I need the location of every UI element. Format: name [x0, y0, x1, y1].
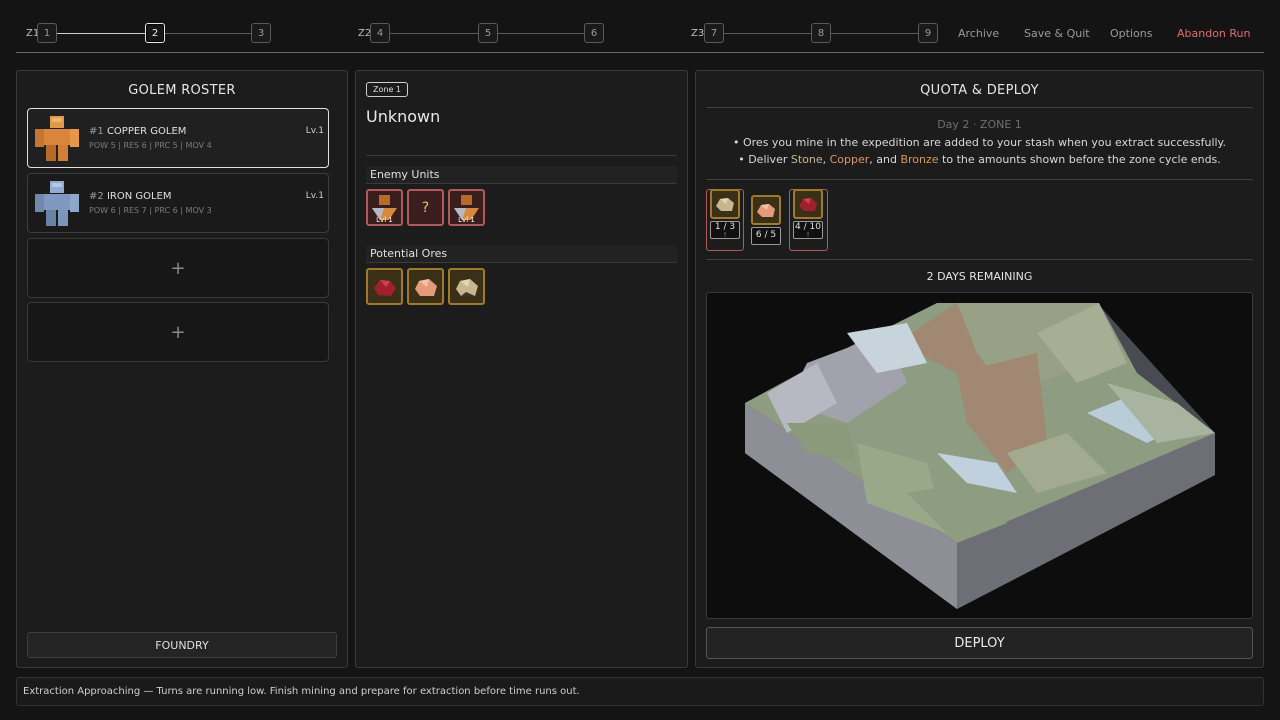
progress-node-8[interactable]: 8: [811, 23, 831, 43]
golem-level: Lv.1: [305, 126, 324, 136]
enemy-unit-slot[interactable]: Lvl 1: [448, 189, 485, 226]
potential-ores-heading: Potential Ores: [366, 245, 677, 263]
terrain-map-render: [745, 303, 1215, 609]
quota-info-line: • Ores you mine in the expedition are ad…: [733, 136, 1226, 149]
topbar-divider: [16, 52, 1264, 53]
progress-node-5[interactable]: 5: [478, 23, 498, 43]
info-text: • Deliver: [738, 153, 791, 166]
enemy-level: Lvl 1: [376, 216, 393, 224]
foundry-button[interactable]: FOUNDRY: [27, 632, 337, 658]
terrain-preview[interactable]: [706, 292, 1253, 619]
day-indicator: Day 2 · ZONE 1: [937, 118, 1022, 131]
quota-item-bronze[interactable]: 4 / 10!: [793, 189, 823, 239]
abandon-run-button[interactable]: Abandon Run: [1177, 27, 1251, 40]
progress-node-7[interactable]: 7: [704, 23, 724, 43]
copper-label: Copper: [829, 153, 870, 166]
zone-label-z3: Z3: [691, 28, 705, 39]
divider: [706, 107, 1253, 108]
divider: [706, 259, 1253, 260]
enemy-unit-slot[interactable]: Lvl 1: [366, 189, 403, 226]
copper-ore-icon: [757, 204, 775, 217]
golem-name-text: COPPER GOLEM: [106, 126, 187, 137]
golem-roster-panel: GOLEM ROSTER #1 COPPER GOLEM Lv.1 POW 5 …: [16, 70, 348, 668]
golem-name: #1 COPPER GOLEM: [89, 126, 186, 137]
quota-item-copper[interactable]: 6 / 5: [751, 189, 781, 245]
copper-golem-icon: [35, 116, 79, 161]
zone-tag: Zone 1: [366, 82, 408, 97]
golem-level: Lv.1: [305, 191, 324, 201]
divider: [366, 155, 677, 156]
quota-short-marker: !: [806, 231, 810, 239]
progress-link: [724, 33, 811, 34]
quota-item-stone[interactable]: 1 / 3!: [710, 189, 740, 239]
info-text: to the amounts shown before the zone cyc…: [938, 153, 1221, 166]
archive-button[interactable]: Archive: [958, 27, 999, 40]
copper-ore-icon: [415, 279, 437, 296]
days-remaining: 2 DAYS REMAINING: [926, 270, 1033, 283]
bronze-label: Bronze: [900, 153, 939, 166]
status-message: Extraction Approaching — Turns are runni…: [16, 677, 1264, 706]
deploy-button[interactable]: DEPLOY: [706, 627, 1253, 659]
progress-link: [498, 33, 584, 34]
info-text: , and: [869, 153, 901, 166]
golem-number: #2: [89, 191, 104, 202]
ore-slot[interactable]: [448, 268, 485, 305]
options-button[interactable]: Options: [1110, 27, 1152, 40]
golem-number: #1: [89, 126, 104, 137]
progress-node-1[interactable]: 1: [37, 23, 57, 43]
golem-card-copper[interactable]: #1 COPPER GOLEM Lv.1 POW 5 | RES 6 | PRC…: [27, 108, 329, 168]
progress-link: [390, 33, 478, 34]
stone-ore-icon: [716, 198, 734, 211]
golem-stats: POW 6 | RES 7 | PRC 6 | MOV 3: [89, 206, 212, 215]
quota-count: 6 / 5: [755, 230, 777, 240]
progress-link: [831, 33, 918, 34]
ore-slot[interactable]: [407, 268, 444, 305]
enemy-level: Lvl 1: [458, 216, 475, 224]
empty-golem-slot[interactable]: +: [27, 238, 329, 298]
zone-info-panel: Zone 1 Unknown Enemy Units Lvl 1 ? Lvl 1…: [355, 70, 688, 668]
ore-slot[interactable]: [366, 268, 403, 305]
quota-short-marker: !: [723, 231, 727, 239]
ruby-ore-icon: [374, 280, 396, 296]
info-text: ,: [822, 153, 830, 166]
quota-deploy-panel: QUOTA & DEPLOY Day 2 · ZONE 1 • Ores you…: [695, 70, 1264, 668]
golem-name-text: IRON GOLEM: [106, 191, 172, 202]
progress-node-4[interactable]: 4: [370, 23, 390, 43]
empty-golem-slot[interactable]: +: [27, 302, 329, 362]
divider: [706, 179, 1253, 180]
quota-info-line: • Deliver Stone, Copper, and Bronze to t…: [696, 153, 1263, 166]
golem-name: #2 IRON GOLEM: [89, 191, 172, 202]
quota-title: QUOTA & DEPLOY: [920, 83, 1039, 98]
iron-golem-icon: [35, 181, 79, 226]
stone-ore-icon: [456, 279, 478, 296]
enemy-units-heading: Enemy Units: [366, 166, 677, 184]
progress-node-3[interactable]: 3: [251, 23, 271, 43]
golem-stats: POW 5 | RES 6 | PRC 5 | MOV 4: [89, 141, 212, 150]
bronze-ore-icon: [799, 198, 817, 211]
stone-label: Stone: [790, 153, 823, 166]
zone-name: Unknown: [366, 107, 441, 126]
zone-progress-bar: Z1 1 2 3 Z2 4 5 6 Z3 7 8 9 Archive Save …: [0, 0, 1280, 56]
progress-node-6[interactable]: 6: [584, 23, 604, 43]
roster-title: GOLEM ROSTER: [128, 83, 236, 98]
enemy-unit-slot[interactable]: ?: [407, 189, 444, 226]
golem-card-iron[interactable]: #2 IRON GOLEM Lv.1 POW 6 | RES 7 | PRC 6…: [27, 173, 329, 233]
progress-node-9[interactable]: 9: [918, 23, 938, 43]
progress-node-2-current[interactable]: 2: [145, 23, 165, 43]
progress-link: [57, 33, 145, 34]
unknown-enemy-icon: ?: [421, 199, 430, 216]
save-quit-button[interactable]: Save & Quit: [1024, 27, 1090, 40]
progress-link: [165, 33, 251, 34]
